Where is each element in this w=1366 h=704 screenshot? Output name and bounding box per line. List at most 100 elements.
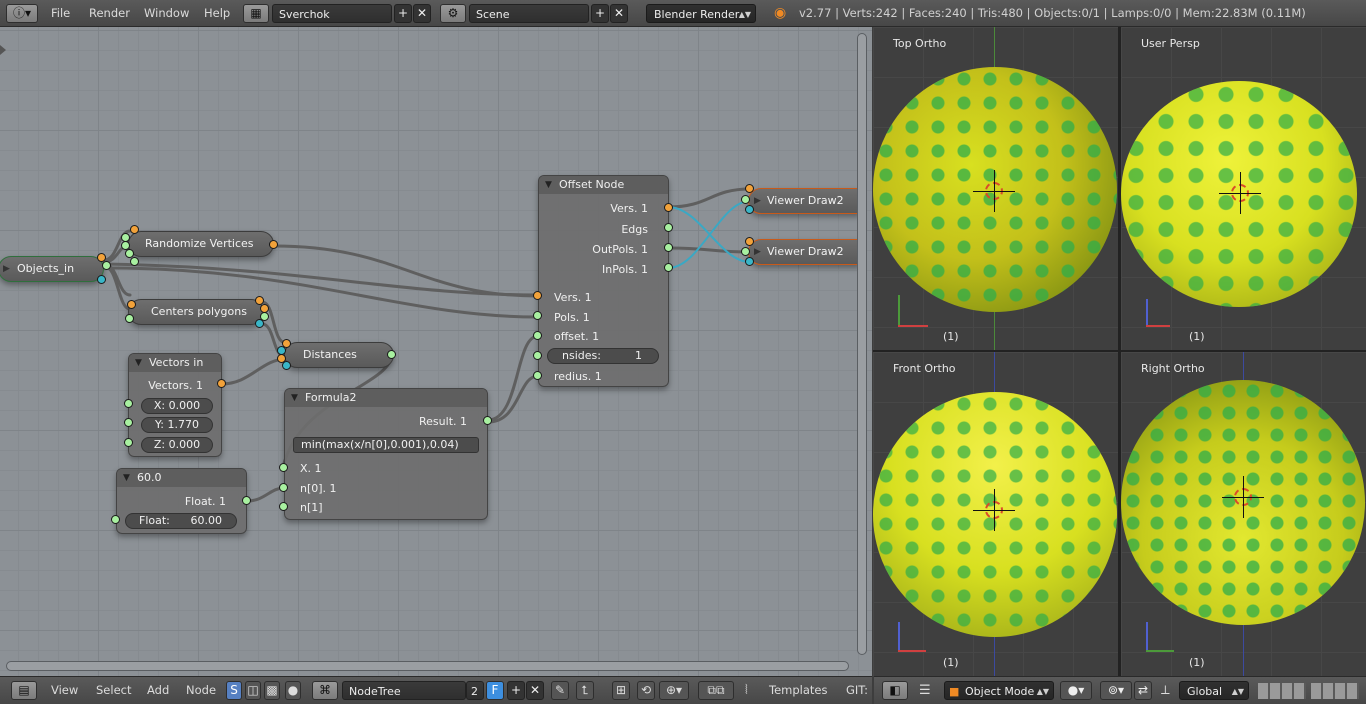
node-offset[interactable]: ▼ Offset Node Vers. 1 Edgs OutPols. 1 InP… <box>538 175 669 387</box>
socket-input[interactable] <box>279 502 288 511</box>
socket-output[interactable] <box>255 319 264 328</box>
transform-axes-icon[interactable]: ⟂ <box>1161 681 1170 700</box>
socket-input[interactable] <box>279 463 288 472</box>
socket-input[interactable] <box>124 418 133 427</box>
menu-file[interactable]: File <box>51 4 70 23</box>
pin-icon[interactable]: ✎ <box>551 681 569 700</box>
node-randomize-vertices[interactable]: Randomize Vertices <box>128 231 274 257</box>
node-vectors-in[interactable]: ▼ Vectors in Vectors. 1 X: 0.000 Y: 1.770… <box>128 353 222 457</box>
add-screen-button[interactable]: + <box>394 4 412 23</box>
horizontal-scrollbar[interactable] <box>6 661 849 671</box>
socket-input[interactable] <box>533 371 542 380</box>
scene-field[interactable]: Scene <box>469 4 589 23</box>
node-formula2[interactable]: ▼ Formula2 Result. 1 min(max(x/n[0],0.001… <box>284 388 488 520</box>
node-centers-polygons[interactable]: Centers polygons <box>128 299 264 325</box>
manipulator-toggle-icon[interactable]: ⇄ <box>1134 681 1152 700</box>
delete-screen-button[interactable]: ✕ <box>413 4 431 23</box>
menu-add[interactable]: Add <box>147 681 169 700</box>
tree-type-shader-icon[interactable]: ◫ <box>245 681 261 700</box>
node-objects-in[interactable]: ▶ Objects_in <box>0 256 104 282</box>
transform-orientation-dropdown[interactable]: Global ▲▼ <box>1179 681 1249 700</box>
snap-toggle-icon[interactable]: ⟲ <box>637 681 655 700</box>
node-tree-icon[interactable]: ⌘ <box>312 681 338 700</box>
vector-z-field[interactable]: Z: 0.000 <box>141 437 213 453</box>
node-editor[interactable]: ▶ Objects_in Randomize Vertices Centers … <box>0 27 872 676</box>
nsides-field[interactable]: nsides: 1 <box>547 348 659 364</box>
socket-output[interactable] <box>664 223 673 232</box>
layers-grid-icon[interactable] <box>1258 683 1306 699</box>
snap-node-icon[interactable]: ⊞ <box>612 681 630 700</box>
socket-input[interactable] <box>130 225 139 234</box>
socket-output[interactable] <box>217 379 226 388</box>
fake-user-button[interactable]: F <box>486 681 504 700</box>
socket-input[interactable] <box>533 351 542 360</box>
viewport-top-ortho[interactable]: Top Ortho (1) <box>873 27 1118 350</box>
socket-input[interactable] <box>130 257 139 266</box>
parent-tree-icon[interactable]: ⮤ <box>576 681 594 700</box>
render-engine-dropdown[interactable]: Blender Render ▲▼ <box>646 4 756 23</box>
users-count[interactable]: 2 <box>466 681 484 700</box>
node-float[interactable]: ▼ 60.0 Float. 1 Float: 60.00 <box>116 468 247 534</box>
screen-layout-icon[interactable]: ▦ <box>243 4 269 23</box>
socket-input[interactable] <box>741 247 750 256</box>
menu-window[interactable]: Window <box>144 4 189 23</box>
vector-x-field[interactable]: X: 0.000 <box>141 398 213 414</box>
delete-scene-button[interactable]: ✕ <box>610 4 628 23</box>
tree-type-compositor-icon[interactable]: ● <box>285 681 301 700</box>
info-editor-type-button[interactable]: ⓘ▾ <box>6 4 38 23</box>
unlink-tree-button[interactable]: ✕ <box>526 681 544 700</box>
socket-output[interactable] <box>664 203 673 212</box>
vector-y-field[interactable]: Y: 1.770 <box>141 417 213 433</box>
node-viewer-draw-1[interactable]: ▶ Viewer Draw2 <box>748 188 860 214</box>
socket-input[interactable] <box>124 438 133 447</box>
socket-output[interactable] <box>97 275 106 284</box>
socket-input[interactable] <box>533 331 542 340</box>
socket-input[interactable] <box>745 205 754 214</box>
menu-select[interactable]: Select <box>96 681 131 700</box>
socket-output[interactable] <box>387 350 396 359</box>
node-viewer-draw-2[interactable]: ▶ Viewer Draw2 <box>748 239 860 265</box>
add-scene-button[interactable]: + <box>591 4 609 23</box>
socket-input[interactable] <box>282 361 291 370</box>
socket-input[interactable] <box>111 515 120 524</box>
copy-paste-icon[interactable]: ⧉⧉ <box>698 681 734 700</box>
node-tree-name-field[interactable]: NodeTree <box>342 681 466 700</box>
templates-menu[interactable]: Templates <box>769 681 827 700</box>
hamburger-menu-icon[interactable]: ☰ <box>919 681 931 700</box>
menu-help[interactable]: Help <box>204 4 230 23</box>
socket-output[interactable] <box>242 496 251 505</box>
scene-icon[interactable]: ⚙ <box>440 4 466 23</box>
snap-element-icon[interactable]: ⊕▾ <box>659 681 689 700</box>
socket-output[interactable] <box>664 243 673 252</box>
new-tree-button[interactable]: + <box>507 681 525 700</box>
node-distances[interactable]: Distances <box>284 342 394 368</box>
socket-input[interactable] <box>533 311 542 320</box>
socket-output[interactable] <box>664 263 673 272</box>
socket-output[interactable] <box>269 240 278 249</box>
menu-view[interactable]: View <box>51 681 78 700</box>
socket-output[interactable] <box>102 261 111 270</box>
viewport-right-ortho[interactable]: Right Ortho (1) <box>1121 352 1366 676</box>
socket-input[interactable] <box>533 291 542 300</box>
viewport-front-ortho[interactable]: Front Ortho (1) <box>873 352 1118 676</box>
viewport-user-persp[interactable]: User Persp (1) <box>1121 27 1366 350</box>
region-toggle-icon[interactable] <box>0 45 6 55</box>
menu-render[interactable]: Render <box>89 4 130 23</box>
socket-input[interactable] <box>125 314 134 323</box>
socket-input[interactable] <box>745 237 754 246</box>
object-mode-dropdown[interactable]: ■ Object Mode ▲▼ <box>944 681 1054 700</box>
3d-editor-type-icon[interactable]: ◧ <box>882 681 908 700</box>
socket-input[interactable] <box>279 483 288 492</box>
socket-input[interactable] <box>745 184 754 193</box>
tree-type-sverchok-icon[interactable]: S <box>226 681 242 700</box>
socket-input[interactable] <box>127 300 136 309</box>
formula-expression-field[interactable]: min(max(x/n[0],0.001),0.04) <box>293 437 479 453</box>
screen-layout-field[interactable]: Sverchok <box>272 4 392 23</box>
socket-input[interactable] <box>745 257 754 266</box>
socket-output[interactable] <box>483 416 492 425</box>
editor-type-icon[interactable]: ▤ <box>11 681 37 700</box>
socket-input[interactable] <box>741 195 750 204</box>
float-value-field[interactable]: Float: 60.00 <box>125 513 237 529</box>
layers-grid-icon[interactable] <box>1311 683 1359 699</box>
pivot-point-icon[interactable]: ⊚▾ <box>1100 681 1132 700</box>
